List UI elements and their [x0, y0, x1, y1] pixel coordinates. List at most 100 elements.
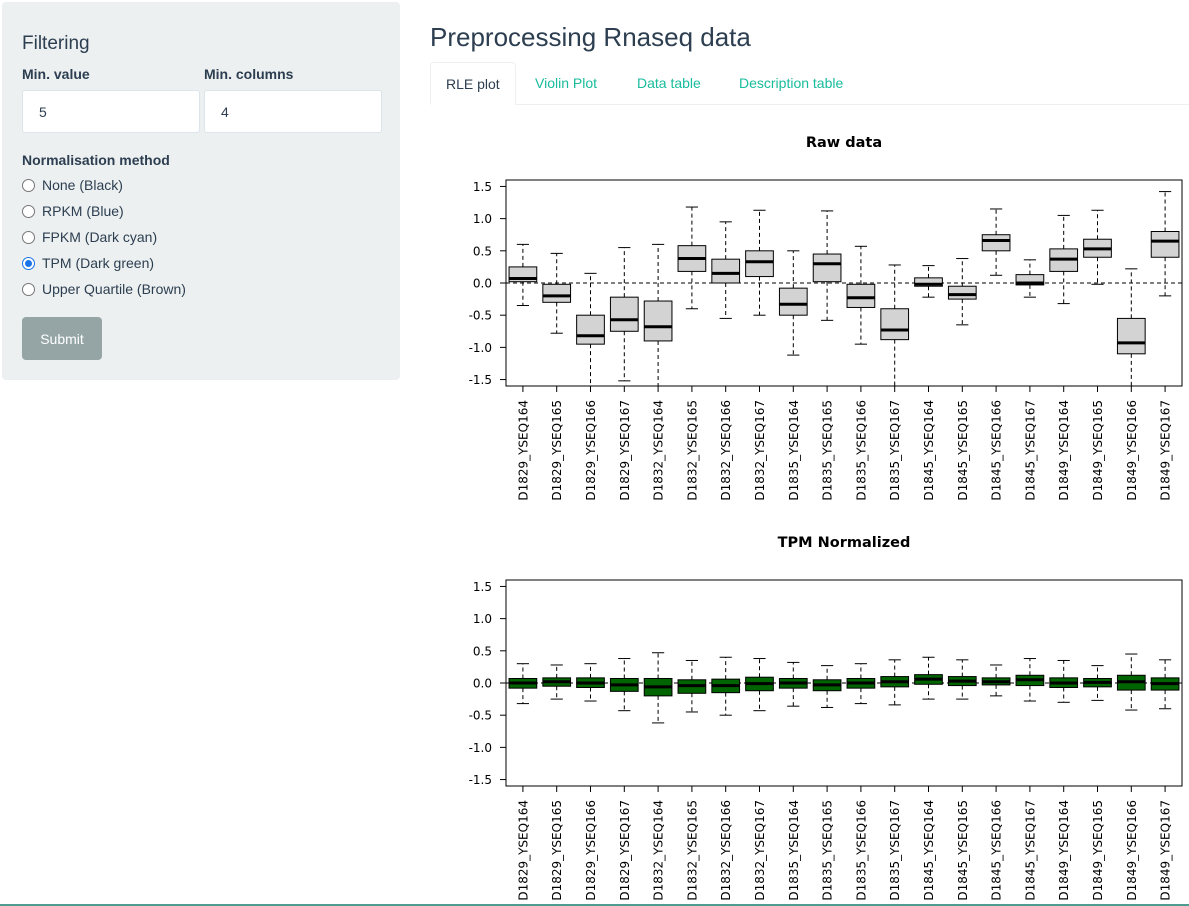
tpm-normalized-boxplot: TPM Normalized -1.5 -1.0 -0.5 0.0 0.5 1.0 1.5 D1… [469, 535, 1183, 901]
x-tick-label: D1849_YSEQ165 [1091, 400, 1105, 501]
x-tick-label: D1835_YSEQ164 [787, 400, 801, 501]
x-tick-label: D1832_YSEQ164 [652, 400, 666, 501]
x-tick-label: D1835_YSEQ164 [787, 800, 801, 901]
radio-label: FPKM (Dark cyan) [42, 229, 158, 245]
x-tick-label: D1829_YSEQ164 [516, 400, 530, 501]
box [711, 258, 741, 284]
y-tick-label: -1.5 [469, 773, 492, 787]
x-tick-label: D1845_YSEQ166 [990, 800, 1004, 901]
chart-title: Raw data [806, 135, 882, 151]
radio-option-fpkm[interactable]: FPKM (Dark cyan) [22, 228, 157, 246]
tpm-normalized-plot: TPM Normalized -1.5 -1.0 -0.5 0.0 0.5 1.0 1.5 D1… [430, 525, 1189, 906]
x-tick-label: D1829_YSEQ164 [516, 800, 530, 901]
box [778, 287, 808, 316]
x-tick-label: D1835_YSEQ165 [821, 800, 835, 901]
y-tick-label: 1.5 [473, 180, 492, 194]
chart-title: TPM Normalized [778, 535, 911, 551]
tab-description-table[interactable]: Description table [724, 62, 858, 105]
y-tick-label: -0.5 [469, 709, 492, 723]
y-tick-label: 0.5 [473, 644, 492, 658]
x-tick-label: D1829_YSEQ167 [618, 400, 632, 501]
x-tick-label: D1849_YSEQ167 [1159, 800, 1173, 901]
sidebar-title: Filtering [22, 33, 90, 54]
x-tick-label: D1845_YSEQ165 [956, 800, 970, 901]
radio-option-none[interactable]: None (Black) [22, 176, 123, 194]
x-tick-label: D1845_YSEQ164 [922, 400, 936, 501]
page-title: Preprocessing Rnaseq data [430, 22, 751, 52]
x-tick-label: D1829_YSEQ166 [584, 800, 598, 901]
x-tick-label: D1849_YSEQ165 [1091, 800, 1105, 901]
tab-rle-plot[interactable]: RLE plot [430, 62, 516, 105]
radio-label: TPM (Dark green) [42, 255, 155, 271]
y-tick-label: -0.5 [469, 309, 492, 323]
x-tick-label: D1832_YSEQ165 [685, 800, 699, 901]
x-tick-label: D1832_YSEQ166 [719, 800, 733, 901]
y-tick-label: 0.0 [473, 277, 492, 291]
box [812, 253, 842, 283]
x-tick-label: D1845_YSEQ167 [1023, 800, 1037, 901]
x-tick-label: D1829_YSEQ165 [550, 800, 564, 901]
box [1116, 317, 1146, 355]
filter-sidebar: Filtering Min. value Min. columns Normal… [2, 2, 400, 380]
x-tick-label: D1832_YSEQ167 [753, 400, 767, 501]
normalisation-heading: Normalisation method [22, 152, 170, 168]
x-tick-label: D1829_YSEQ165 [550, 400, 564, 501]
x-tick-label: D1845_YSEQ164 [922, 800, 936, 901]
y-tick-label: -1.0 [469, 341, 492, 355]
x-tick-label: D1849_YSEQ166 [1125, 800, 1139, 901]
radio-label: RPKM (Blue) [42, 203, 124, 219]
x-tick-label: D1835_YSEQ167 [888, 800, 902, 901]
box [542, 283, 572, 303]
x-tick-label: D1849_YSEQ164 [1057, 400, 1071, 501]
x-tick-label: D1832_YSEQ166 [719, 400, 733, 501]
x-tick-label: D1835_YSEQ166 [854, 800, 868, 901]
min-columns-input[interactable] [204, 90, 382, 133]
radio-button[interactable] [22, 282, 35, 296]
x-tick-label: D1835_YSEQ166 [854, 400, 868, 501]
min-value-label: Min. value [22, 66, 90, 82]
radio-button[interactable] [22, 204, 35, 218]
x-tick-label: D1829_YSEQ167 [618, 800, 632, 901]
box [609, 296, 639, 332]
raw-data-boxplot: Raw data -1.5 -1.0 -0.5 0.0 0.5 1.0 1.5 D1829_YS… [469, 135, 1183, 501]
radio-option-tpm[interactable]: TPM (Dark green) [22, 254, 154, 272]
box [846, 283, 876, 308]
x-tick-label: D1832_YSEQ165 [685, 400, 699, 501]
y-tick-label: 0.5 [473, 244, 492, 258]
min-value-input[interactable] [22, 90, 200, 133]
radio-label: Upper Quartile (Brown) [42, 281, 186, 297]
y-tick-label: 1.0 [473, 212, 492, 226]
box [745, 250, 774, 278]
x-tick-label: D1849_YSEQ164 [1057, 800, 1071, 901]
radio-button[interactable] [22, 230, 35, 244]
box [643, 300, 673, 342]
x-tick-label: D1835_YSEQ165 [821, 400, 835, 501]
tab-violin-plot[interactable]: Violin Plot [520, 62, 612, 105]
x-tick-label: D1849_YSEQ166 [1125, 400, 1139, 501]
x-tick-label: D1845_YSEQ166 [990, 400, 1004, 501]
x-tick-label: D1849_YSEQ167 [1159, 400, 1173, 501]
submit-button[interactable]: Submit [22, 317, 102, 360]
tab-bar: RLE plot Violin Plot Data table Descript… [430, 62, 1189, 105]
x-tick-label: D1829_YSEQ166 [584, 400, 598, 501]
box [576, 314, 605, 345]
y-tick-label: 0.0 [473, 677, 492, 691]
x-tick-label: D1845_YSEQ165 [956, 400, 970, 501]
min-columns-label: Min. columns [204, 66, 294, 82]
radio-label: None (Black) [42, 177, 123, 193]
radio-option-upper-quartile[interactable]: Upper Quartile (Brown) [22, 280, 186, 298]
radio-button[interactable] [22, 178, 35, 192]
radio-option-rpkm[interactable]: RPKM (Blue) [22, 202, 124, 220]
x-tick-label: D1832_YSEQ167 [753, 800, 767, 901]
x-tick-label: D1832_YSEQ164 [652, 800, 666, 901]
box [981, 234, 1011, 252]
box [1150, 231, 1180, 258]
box [947, 285, 977, 300]
x-tick-label: D1845_YSEQ167 [1023, 400, 1037, 501]
y-tick-label: -1.0 [469, 741, 492, 755]
y-tick-label: 1.5 [473, 580, 492, 594]
tab-data-table[interactable]: Data table [622, 62, 716, 105]
radio-button-selected[interactable] [22, 256, 35, 270]
box [880, 308, 910, 341]
y-tick-label: -1.5 [469, 373, 492, 387]
